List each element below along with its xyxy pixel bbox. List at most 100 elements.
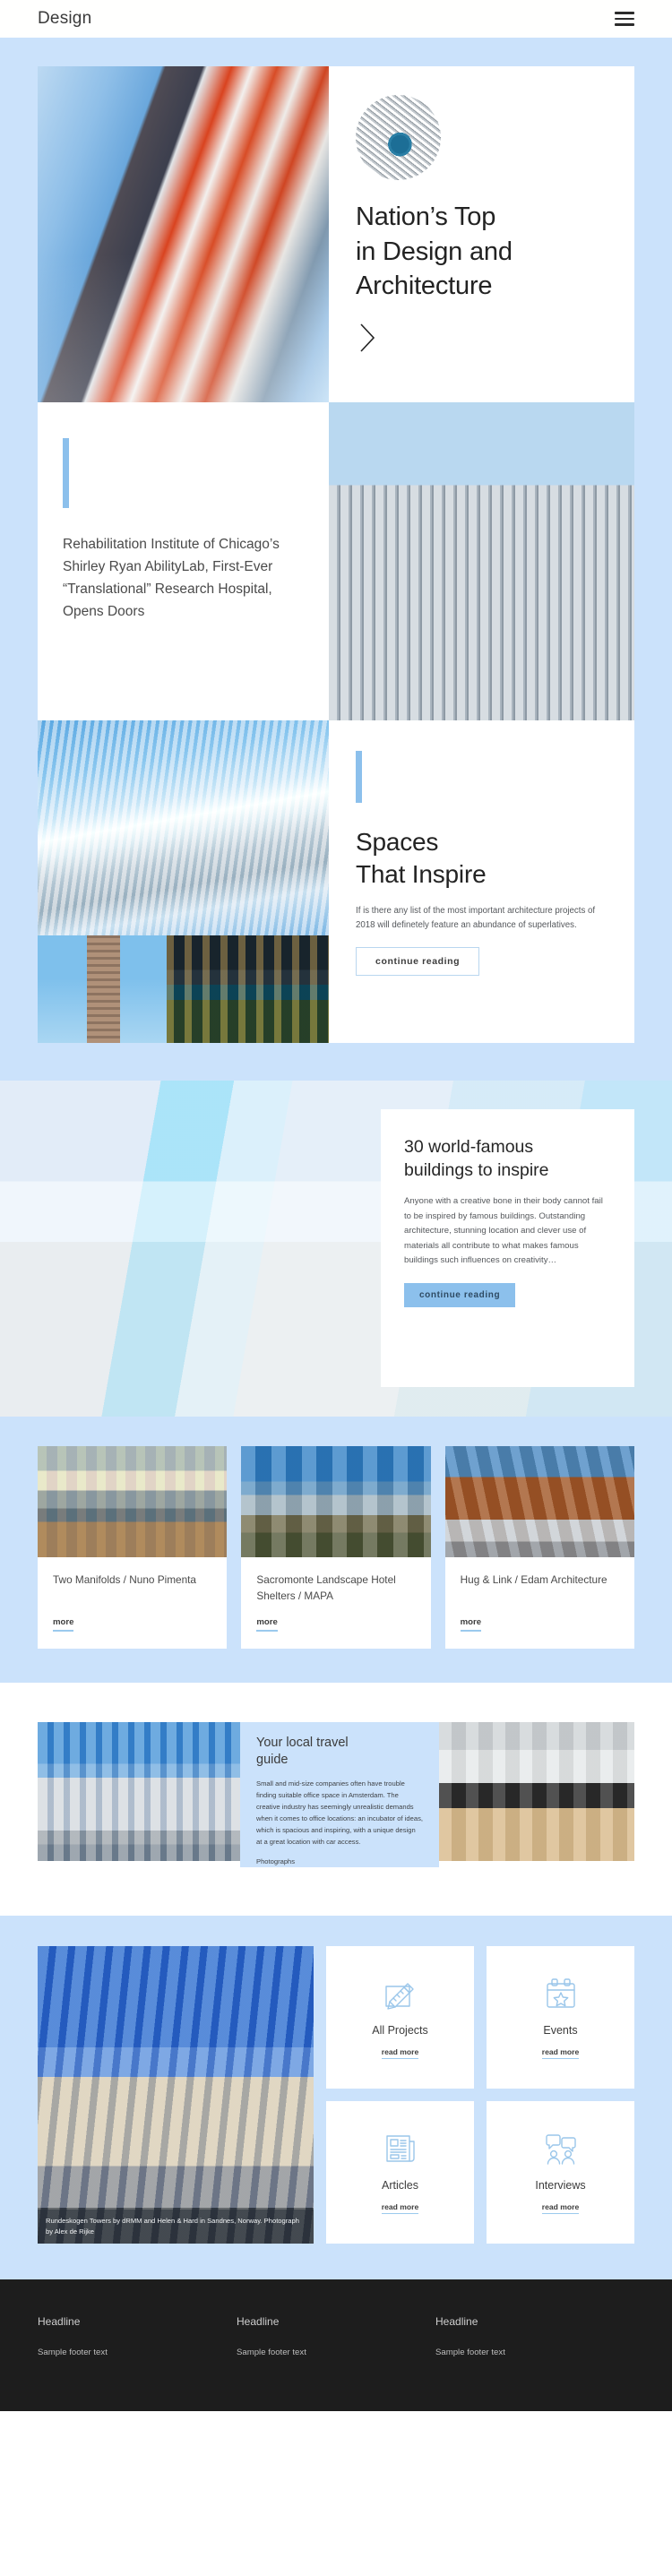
collage-bottom-row (38, 935, 329, 1043)
card-body: Sacromonte Landscape Hotel Shelters / MA… (241, 1557, 430, 1649)
banner-continue-reading-button[interactable]: continue reading (404, 1282, 516, 1307)
burger-line-1 (615, 12, 634, 14)
spaces-title: Spaces That Inspire (356, 826, 607, 890)
burger-line-2 (615, 17, 634, 21)
photo-collage (38, 720, 329, 1043)
footer-text: Sample footer text (435, 2347, 505, 2357)
site-brand[interactable]: Design (38, 9, 91, 29)
footer-column-1: Headline Sample footer text (38, 2315, 237, 2357)
banner-title-line-1: 30 world-famous (404, 1137, 534, 1157)
feature-text-card: Rehabilitation Institute of Chicago’s Sh… (38, 402, 329, 720)
glass-building-photo (329, 402, 634, 720)
card-title: Sacromonte Landscape Hotel Shelters / MA… (256, 1573, 396, 1602)
more-link[interactable]: more (256, 1617, 278, 1632)
banner-title: 30 world-famous buildings to inspire (404, 1136, 611, 1182)
project-cards-section: Two Manifolds / Nuno Pimenta more Sacrom… (0, 1417, 672, 1683)
twisting-tower-photo (38, 720, 329, 935)
interior-stairs-photo (439, 1722, 634, 1861)
hero-panel: Nation’s Top in Design and Architecture (329, 66, 634, 402)
spaces-title-line-2: That Inspire (356, 859, 487, 888)
footer-headline: Headline (38, 2314, 81, 2328)
list-item[interactable]: Hug & Link / Edam Architecture more (444, 1446, 634, 1649)
read-more-link[interactable]: read more (541, 2047, 580, 2060)
tile-label: All Projects (372, 2024, 428, 2038)
tile-all-projects[interactable]: All Projects read more (326, 1945, 474, 2089)
list-item[interactable]: Sacromonte Landscape Hotel Shelters / MA… (241, 1446, 431, 1649)
paris-building-photo (38, 66, 329, 402)
hero-row-bottom: Spaces That Inspire If is there any list… (38, 720, 634, 1043)
hero-section: Nation’s Top in Design and Architecture … (0, 38, 672, 1081)
travel-guide-text: Your local travel guide Small and mid-si… (240, 1722, 439, 1867)
footer-headline: Headline (237, 2314, 280, 2328)
page-title: Nation’s Top in Design and Architecture (356, 200, 607, 304)
flatiron-building-photo (38, 935, 167, 1043)
villa-pool-photo (167, 935, 329, 1043)
travel-guide-section: Your local travel guide Small and mid-si… (0, 1683, 672, 1916)
tile-label: Interviews (535, 2179, 586, 2193)
banner-body: Anyone with a creative bone in their bod… (404, 1196, 603, 1266)
calendar-star-icon (542, 1975, 580, 2012)
card-image (444, 1446, 634, 1557)
projects-section: Rundeskogen Towers by dRMM and Helen & H… (0, 1915, 672, 2279)
more-link[interactable]: more (460, 1617, 482, 1632)
photo-caption: Rundeskogen Towers by dRMM and Helen & H… (38, 2210, 314, 2244)
tile-label: Articles (382, 2179, 418, 2193)
burger-line-3 (615, 23, 634, 26)
banner-section: 30 world-famous buildings to inspire Any… (0, 1081, 672, 1417)
hero-row-middle: Rehabilitation Institute of Chicago’s Sh… (38, 402, 634, 720)
travel-guide-footnote: Photographs (256, 1857, 296, 1865)
tile-interviews[interactable]: Interviews read more (487, 2100, 634, 2244)
card-title: Hug & Link / Edam Architecture (460, 1573, 607, 1586)
chevron-right-icon[interactable] (356, 322, 379, 354)
card-body: Hug & Link / Edam Architecture more (445, 1557, 634, 1649)
travel-guide-title-line-1: Your local travel (256, 1736, 349, 1750)
spaces-card: Spaces That Inspire If is there any list… (329, 720, 634, 1043)
card-image (38, 1446, 228, 1557)
read-more-link[interactable]: read more (381, 2047, 419, 2060)
newspaper-icon (382, 2130, 419, 2167)
accent-bar (63, 438, 69, 508)
travel-guide-title-line-2: guide (256, 1753, 289, 1768)
rundeskogen-towers-photo: Rundeskogen Towers by dRMM and Helen & H… (38, 1945, 314, 2244)
site-header: Design (0, 0, 672, 38)
tile-events[interactable]: Events read more (487, 1945, 634, 2089)
card-title: Two Manifolds / Nuno Pimenta (53, 1573, 196, 1586)
list-item[interactable]: Two Manifolds / Nuno Pimenta more (38, 1446, 228, 1649)
continue-reading-button[interactable]: continue reading (356, 947, 480, 977)
projects-grid: Rundeskogen Towers by dRMM and Helen & H… (38, 1945, 634, 2244)
tiles-grid: All Projects read more Events read more … (326, 1945, 634, 2244)
tile-articles[interactable]: Articles read more (326, 2100, 474, 2244)
hero-title-line-1: Nation’s Top (356, 202, 496, 231)
hero-title-line-3: Architecture (356, 271, 493, 301)
page-root: Design Nation’s Top in Design and Archit… (0, 0, 672, 2411)
footer-text: Sample footer text (237, 2347, 306, 2357)
hero-row-top: Nation’s Top in Design and Architecture (38, 66, 634, 402)
card-image (241, 1446, 431, 1557)
accent-bar (356, 751, 362, 803)
speech-people-icon (542, 2130, 580, 2167)
footer-headline: Headline (435, 2314, 478, 2328)
project-cards-grid: Two Manifolds / Nuno Pimenta more Sacrom… (38, 1446, 634, 1649)
footer-text: Sample footer text (38, 2347, 108, 2357)
read-more-link[interactable]: read more (541, 2202, 580, 2215)
office-street-photo (38, 1722, 240, 1861)
read-more-link[interactable]: read more (381, 2202, 419, 2215)
site-footer: Headline Sample footer text Headline Sam… (0, 2279, 672, 2411)
travel-guide-grid: Your local travel guide Small and mid-si… (38, 1722, 634, 1867)
banner-title-line-2: buildings to inspire (404, 1159, 549, 1180)
travel-guide-body: Small and mid-size companies often have … (256, 1779, 424, 1846)
hero-title-line-2: in Design and (356, 237, 513, 266)
more-link[interactable]: more (53, 1617, 74, 1632)
footer-column-3: Headline Sample footer text (435, 2315, 634, 2357)
feature-text: Rehabilitation Institute of Chicago’s Sh… (63, 537, 280, 620)
circular-building-thumbnail (356, 95, 441, 180)
hamburger-menu-icon[interactable] (615, 12, 634, 26)
spaces-title-line-1: Spaces (356, 828, 439, 856)
spaces-body: If is there any list of the most importa… (356, 906, 596, 931)
travel-guide-title: Your local travel guide (256, 1735, 423, 1770)
card-body: Two Manifolds / Nuno Pimenta more (38, 1557, 227, 1649)
banner-card: 30 world-famous buildings to inspire Any… (381, 1109, 634, 1387)
ruler-pencil-icon (382, 1975, 419, 2012)
tile-label: Events (543, 2024, 578, 2038)
footer-column-2: Headline Sample footer text (237, 2315, 435, 2357)
